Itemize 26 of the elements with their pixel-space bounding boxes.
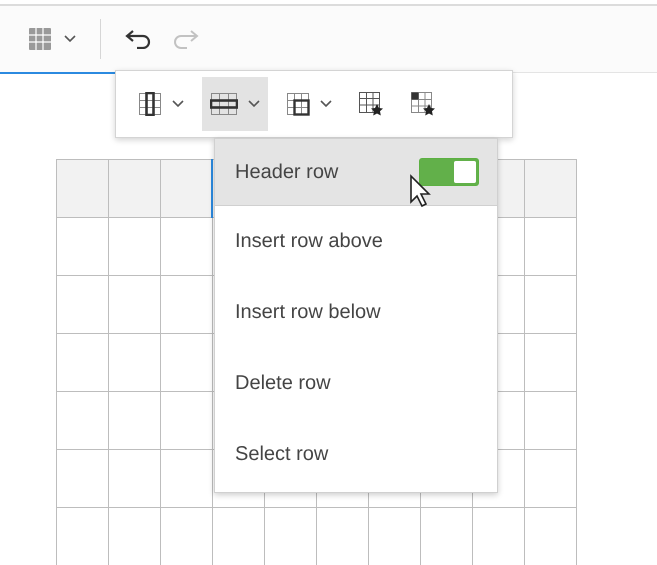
mouse-pointer-icon	[409, 174, 431, 208]
chevron-icon	[172, 100, 184, 108]
menu-item[interactable]: Select row	[215, 419, 497, 490]
undo-icon	[125, 29, 153, 49]
menu-item-label: Delete row	[235, 372, 331, 395]
cell-star-icon	[410, 91, 436, 117]
toggle-switch[interactable]	[419, 158, 479, 186]
cell-selection-border	[211, 159, 213, 218]
redo-icon	[171, 29, 199, 49]
table-cell-icon	[286, 92, 310, 116]
row-button[interactable]	[202, 77, 268, 131]
menu-item[interactable]: Header row	[215, 139, 497, 206]
menu-item[interactable]: Delete row	[215, 348, 497, 419]
chevron-icon	[248, 100, 260, 108]
chevron-icon	[64, 35, 76, 43]
table-star-icon	[358, 91, 384, 117]
table-icon	[28, 27, 52, 51]
menu-item-label: Header row	[235, 160, 338, 184]
menu-item[interactable]: Insert row above	[215, 206, 497, 277]
menu-item[interactable]: Insert row below	[215, 277, 497, 348]
chevron-icon	[320, 100, 332, 108]
table-column-icon	[138, 92, 162, 116]
menu-item-label: Insert row above	[235, 230, 383, 253]
menu-item-label: Select row	[235, 443, 328, 466]
table-row-icon	[210, 92, 238, 116]
menu-item-label: Insert row below	[235, 301, 381, 324]
